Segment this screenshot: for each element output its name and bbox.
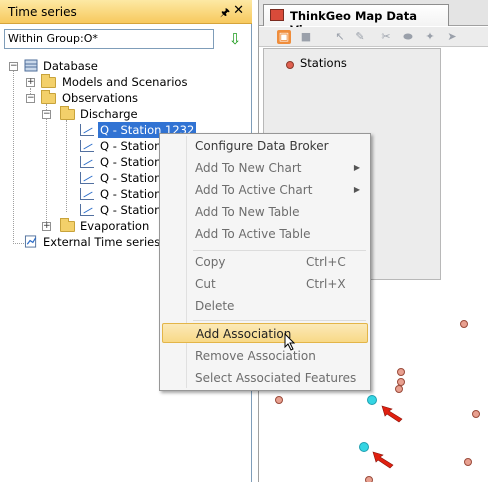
menu-label: Add To Active Chart: [195, 183, 313, 197]
new-layer-icon[interactable]: ▣: [277, 30, 291, 44]
context-menu: Configure Data Broker Add To New Chart ▶…: [159, 133, 371, 391]
menu-label: Copy: [195, 255, 226, 269]
menu-item-copy[interactable]: Copy Ctrl+C: [162, 252, 368, 272]
submenu-arrow-icon: ▶: [353, 163, 360, 172]
chart-icon: [80, 124, 94, 136]
tree-label: Observations: [62, 91, 139, 105]
nodes-icon[interactable]: ✦: [423, 30, 437, 44]
tree-node-discharge[interactable]: − Discharge: [0, 106, 252, 122]
menu-shortcut: Ctrl+C: [306, 255, 346, 269]
menu-item-add-to-new-table[interactable]: Add To New Table: [162, 202, 368, 222]
tree-node-observations[interactable]: − Observations: [0, 90, 252, 106]
folder-icon: [41, 74, 56, 88]
expand-icon[interactable]: +: [26, 78, 35, 87]
expand-icon[interactable]: +: [42, 222, 51, 231]
panel-title-bar: Time series 🖈 ✕: [0, 0, 252, 24]
collapse-icon[interactable]: −: [26, 94, 35, 103]
menu-label: Cut: [195, 277, 216, 291]
station-point-highlighted[interactable]: [359, 442, 369, 452]
chart-icon: [80, 156, 94, 168]
tree-node-models[interactable]: + Models and Scenarios: [0, 74, 252, 90]
folder-icon: [41, 90, 56, 104]
menu-item-add-to-new-chart[interactable]: Add To New Chart ▶: [162, 158, 368, 178]
tab-bar: ThinkGeo Map Data View: [259, 0, 488, 37]
tree-label: Discharge: [80, 107, 138, 121]
chart-icon: [80, 172, 94, 184]
pin-icon[interactable]: 🖈: [220, 4, 230, 23]
tree-node-database[interactable]: − Database: [0, 58, 252, 74]
menu-item-add-association[interactable]: Add Association: [162, 323, 368, 343]
collapse-icon[interactable]: −: [9, 62, 18, 71]
layer-label[interactable]: Stations: [300, 56, 347, 70]
collapse-icon[interactable]: −: [42, 110, 51, 119]
link-icon[interactable]: ⬬: [401, 30, 415, 44]
menu-item-add-to-active-chart[interactable]: Add To Active Chart ▶: [162, 180, 368, 200]
stations-layer-icon: [286, 61, 294, 69]
station-point-highlighted[interactable]: [367, 395, 377, 405]
menu-label: Add To New Chart: [195, 161, 302, 175]
submenu-arrow-icon: ▶: [353, 185, 360, 194]
tab-map-data-view[interactable]: ThinkGeo Map Data View: [263, 4, 449, 37]
station-point[interactable]: [460, 320, 468, 328]
station-point[interactable]: [275, 396, 283, 404]
close-icon[interactable]: ✕: [233, 3, 244, 18]
filter-input[interactable]: Within Group:O*: [4, 29, 214, 49]
tree-label: Database: [43, 59, 98, 73]
external-series-icon: [24, 235, 37, 248]
chart-icon: [80, 204, 94, 216]
menu-item-delete[interactable]: Delete: [162, 296, 368, 316]
red-arrow-icon: [372, 451, 394, 469]
menu-item-select-associated-features[interactable]: Select Associated Features: [162, 368, 368, 388]
map-toolbar: ▣ ■ ↖ ✎ ✂ ⬬ ✦ ➤: [259, 27, 488, 47]
arrow-down-icon[interactable]: ⇩: [226, 29, 244, 49]
station-point[interactable]: [395, 385, 403, 393]
chart-icon: [80, 188, 94, 200]
menu-separator: [193, 250, 366, 251]
station-point[interactable]: [472, 410, 480, 418]
scissors-icon[interactable]: ✂: [379, 30, 393, 44]
menu-item-add-to-active-table[interactable]: Add To Active Table: [162, 224, 368, 244]
tree-label: External Time series: [43, 235, 161, 249]
menu-shortcut: Ctrl+X: [306, 277, 346, 291]
app-window: Time series 🖈 ✕ Within Group:O* ⇩ − Data…: [0, 0, 488, 482]
menu-separator: [193, 320, 366, 321]
menu-label: Add Association: [196, 327, 292, 341]
select-icon[interactable]: ↖: [333, 30, 347, 44]
menu-label: Select Associated Features: [195, 371, 357, 385]
mouse-cursor-icon: [284, 333, 296, 351]
menu-item-configure-data-broker[interactable]: Configure Data Broker: [162, 136, 368, 156]
folder-icon: [60, 218, 75, 232]
save-icon[interactable]: ■: [299, 30, 313, 44]
tree-label: Models and Scenarios: [62, 75, 188, 89]
menu-label: Add To Active Table: [195, 227, 311, 241]
menu-label: Remove Association: [195, 349, 316, 363]
panel-title: Time series: [8, 5, 77, 19]
menu-item-cut[interactable]: Cut Ctrl+X: [162, 274, 368, 294]
menu-label: Delete: [195, 299, 235, 313]
database-icon: [24, 59, 38, 72]
edit-icon[interactable]: ✎: [353, 30, 367, 44]
tree-label: Evaporation: [80, 219, 150, 233]
menu-item-remove-association[interactable]: Remove Association: [162, 346, 368, 366]
chart-icon: [80, 140, 94, 152]
arrow-right-icon[interactable]: ➤: [445, 30, 459, 44]
station-point[interactable]: [397, 368, 405, 376]
menu-label: Add To New Table: [195, 205, 300, 219]
station-point[interactable]: [365, 476, 373, 482]
folder-icon: [60, 106, 75, 120]
menu-label: Configure Data Broker: [195, 139, 329, 153]
station-point[interactable]: [464, 458, 472, 466]
map-icon: [270, 9, 284, 21]
red-arrow-icon: [381, 405, 403, 423]
